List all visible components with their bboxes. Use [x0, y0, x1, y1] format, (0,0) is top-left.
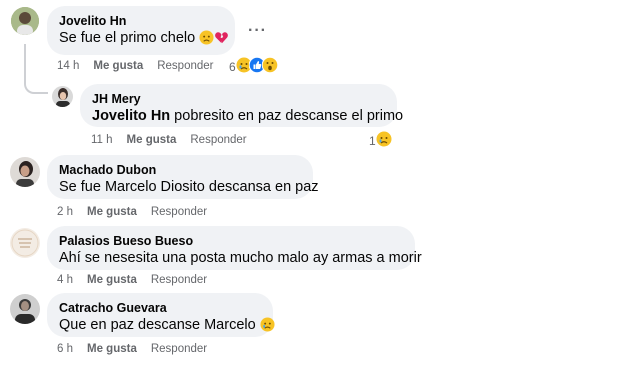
reply-button[interactable]: Responder: [190, 134, 246, 146]
comment-time[interactable]: 14 h: [57, 60, 79, 72]
broken-heart-icon: [214, 30, 229, 51]
reply-button[interactable]: Responder: [151, 343, 207, 355]
comment-bubble: Jovelito Hn Se fue el primo chelo: [47, 6, 235, 55]
avatar[interactable]: [52, 86, 73, 107]
like-button[interactable]: Me gusta: [127, 134, 177, 146]
reaction-count: 1: [369, 133, 376, 148]
avatar[interactable]: [11, 7, 39, 35]
sad-emoji-icon: [199, 30, 214, 51]
sad-emoji-icon: [260, 317, 275, 338]
wow-reaction-icon: [261, 56, 278, 76]
comment-text: Se fue Marcelo Diosito descansa en paz: [59, 179, 319, 195]
avatar[interactable]: [10, 228, 40, 258]
comment-author[interactable]: Palasios Bueso Bueso: [59, 233, 403, 249]
comment-text-content: Que en paz descanse Marcelo: [59, 317, 256, 333]
sad-emoji-icon: [376, 131, 392, 150]
like-button[interactable]: Me gusta: [87, 274, 137, 286]
avatar[interactable]: [10, 294, 40, 324]
comment-text: Se fue el primo chelo: [59, 29, 229, 51]
comment-text: Ahí se nesesita una posta mucho malo ay …: [59, 250, 422, 266]
comment-actions: 2 h Me gusta Responder: [57, 206, 221, 218]
reply-button[interactable]: Responder: [151, 274, 207, 286]
comment-author[interactable]: Machado Dubon: [59, 162, 301, 178]
comment-actions: 14 h Me gusta Responder: [57, 60, 228, 72]
comment-time[interactable]: 6 h: [57, 343, 73, 355]
comment-actions: 11 h Me gusta Responder: [91, 134, 261, 146]
avatar[interactable]: [10, 157, 40, 187]
comment-author[interactable]: Catracho Guevara: [59, 300, 261, 316]
reaction-summary[interactable]: 1: [369, 131, 392, 150]
mention-link[interactable]: Jovelito Hn: [92, 108, 170, 124]
reaction-count: 6: [229, 59, 236, 74]
comment-actions: 6 h Me gusta Responder: [57, 343, 221, 355]
comment-author[interactable]: Jovelito Hn: [59, 13, 223, 29]
reply-thread-line: [24, 44, 48, 94]
more-options-icon[interactable]: ···: [248, 22, 267, 40]
comment-time[interactable]: 11 h: [91, 134, 113, 146]
comment-actions: 4 h Me gusta Responder: [57, 274, 221, 286]
comment-time[interactable]: 2 h: [57, 206, 73, 218]
comment-time[interactable]: 4 h: [57, 274, 73, 286]
like-button[interactable]: Me gusta: [87, 206, 137, 218]
comment-bubble: JH Mery Jovelito Hn pobresito en paz des…: [80, 84, 403, 127]
comment-text-content: pobresito en paz descanse el primo: [170, 108, 404, 124]
reply-button[interactable]: Responder: [151, 206, 207, 218]
comment-text: Que en paz descanse Marcelo: [59, 316, 275, 338]
like-button[interactable]: Me gusta: [87, 343, 137, 355]
comment-bubble: Machado Dubon Se fue Marcelo Diosito des…: [47, 155, 319, 199]
like-button[interactable]: Me gusta: [93, 60, 143, 72]
comment-bubble: Palasios Bueso Bueso Ahí se nesesita una…: [47, 226, 422, 270]
comment-bubble: Catracho Guevara Que en paz descanse Mar…: [47, 293, 275, 338]
comment-author[interactable]: JH Mery: [92, 91, 385, 107]
reaction-summary[interactable]: 6: [229, 56, 278, 76]
reply-button[interactable]: Responder: [157, 60, 213, 72]
comment-text-content: Se fue el primo chelo: [59, 30, 196, 46]
comment-text: Jovelito Hn pobresito en paz descanse el…: [92, 107, 403, 126]
